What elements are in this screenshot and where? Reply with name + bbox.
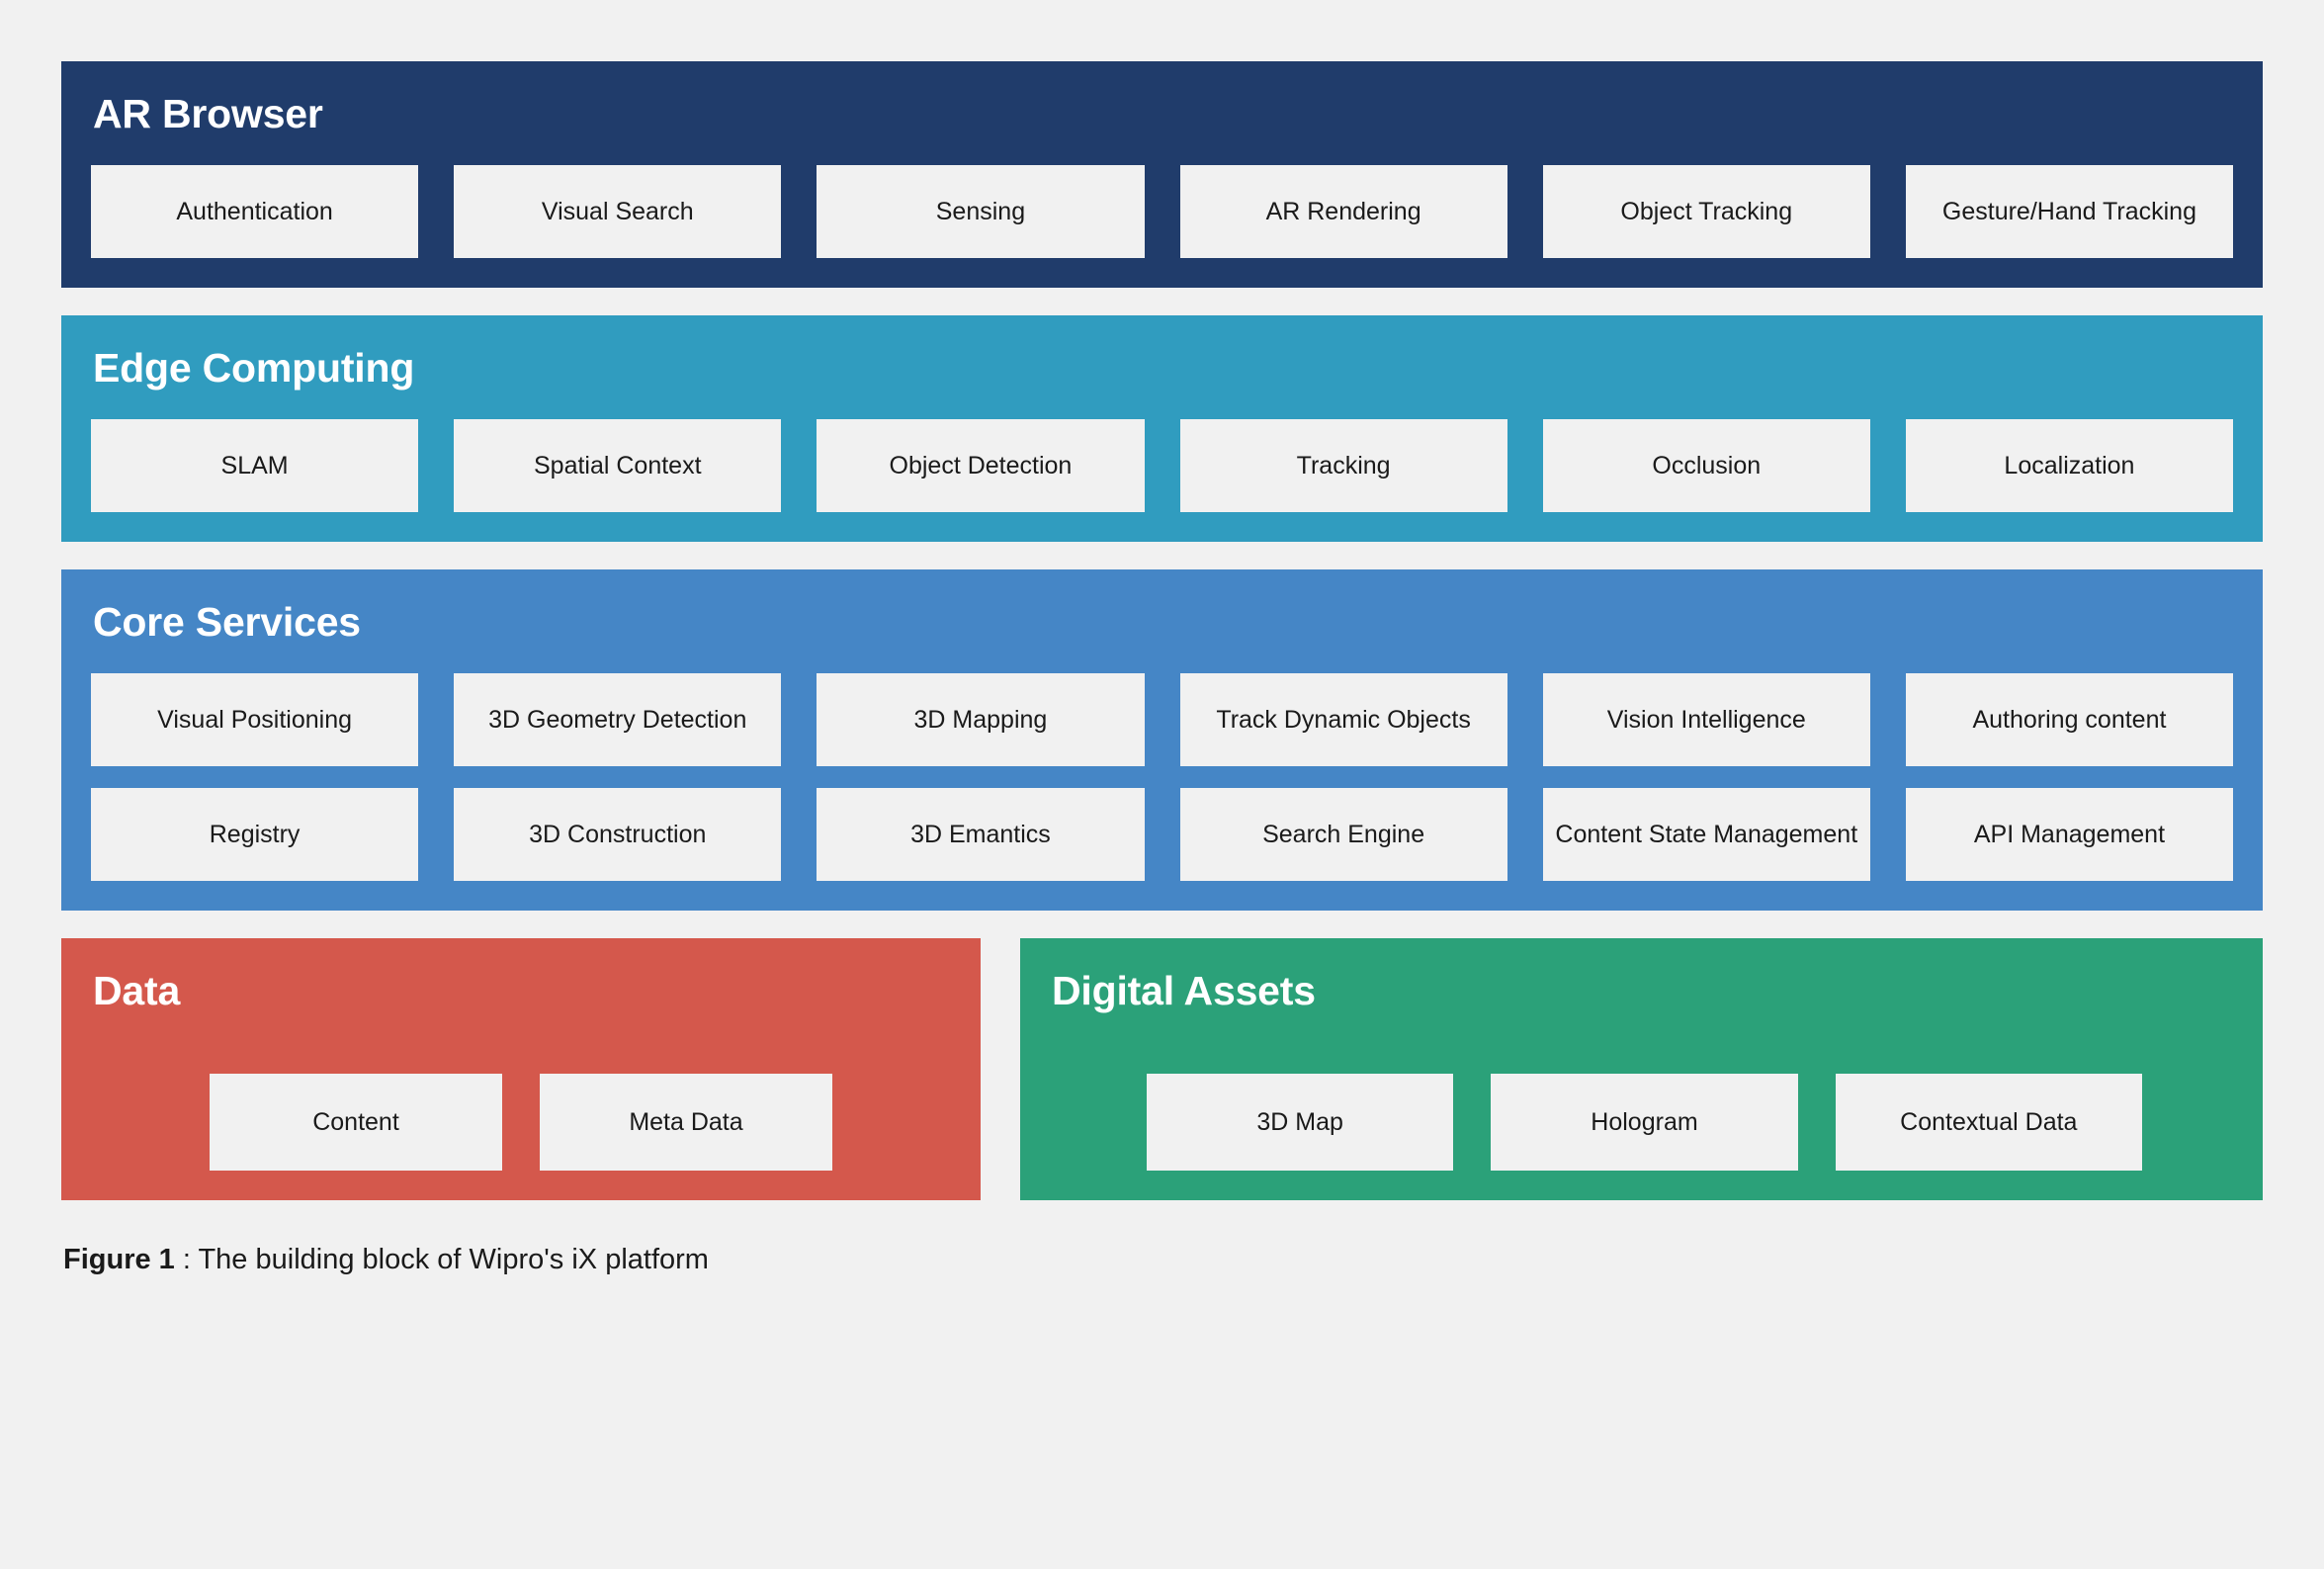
chip-label: Contextual Data [1900,1107,2078,1136]
chip-row-core-services-2: Registry 3D Construction 3D Emantics Sea… [91,788,2234,882]
chip-label: Tracking [1296,451,1391,479]
chip-3d-emantics[interactable]: 3D Emantics [817,788,1145,882]
chip-3d-mapping[interactable]: 3D Mapping [817,673,1145,767]
chip-label: 3D Construction [529,820,707,848]
figure-caption: Figure 1 : The building block of Wipro's… [61,1244,2263,1276]
figure-caption-label: Figure 1 [63,1244,175,1276]
chip-3d-construction[interactable]: 3D Construction [454,788,782,882]
chip-label: Sensing [935,197,1026,225]
chip-label: Track Dynamic Objects [1216,705,1471,734]
layer-edge-computing: Edge Computing SLAM Spatial Context Obje… [61,315,2263,543]
bottom-layer-row: Data Content Meta Data Digital Assets 3D… [61,938,2263,1201]
chip-contextual-data[interactable]: Contextual Data [1835,1074,2142,1172]
chip-label: 3D Geometry Detection [488,705,747,734]
layer-title-edge-computing: Edge Computing [93,345,415,392]
chip-label: Object Tracking [1620,197,1793,225]
chip-label: Occlusion [1652,451,1762,479]
chip-label: Visual Positioning [157,705,353,734]
chip-label: Spatial Context [533,451,702,479]
chip-track-dynamic-objects[interactable]: Track Dynamic Objects [1179,673,1507,767]
platform-building-block-diagram: AR Browser Authentication Visual Search … [0,0,2324,1569]
chip-label: Meta Data [629,1107,743,1136]
figure-caption-text: The building block of Wipro's iX platfor… [198,1244,709,1276]
chip-localization[interactable]: Localization [1905,419,2234,513]
chip-label: SLAM [220,451,289,479]
chip-content-state-management[interactable]: Content State Management [1542,788,1870,882]
layer-title-core-services: Core Services [93,599,361,646]
layer-title-ar-browser: AR Browser [93,91,323,136]
chip-object-tracking[interactable]: Object Tracking [1542,165,1870,259]
chip-meta-data[interactable]: Meta Data [540,1074,832,1172]
chip-sensing[interactable]: Sensing [817,165,1145,259]
chip-row-edge-computing: SLAM Spatial Context Object Detection Tr… [91,419,2234,513]
chip-label: Hologram [1591,1107,1698,1136]
chip-spatial-context[interactable]: Spatial Context [454,419,782,513]
chip-hologram[interactable]: Hologram [1491,1074,1798,1172]
chip-row-ar-browser: Authentication Visual Search Sensing AR … [91,165,2234,259]
chip-slam[interactable]: SLAM [91,419,419,513]
chip-authentication[interactable]: Authentication [91,165,419,259]
chip-occlusion[interactable]: Occlusion [1542,419,1870,513]
chip-api-management[interactable]: API Management [1905,788,2234,882]
chip-object-detection[interactable]: Object Detection [817,419,1145,513]
chip-visual-search[interactable]: Visual Search [454,165,782,259]
chip-label: Visual Search [541,197,694,225]
layer-ar-browser: AR Browser Authentication Visual Search … [61,61,2263,289]
figure-caption-separator: : [174,1244,199,1276]
chip-label: Object Detection [889,451,1073,479]
chip-label: Gesture/Hand Tracking [1941,197,2196,225]
chip-visual-positioning[interactable]: Visual Positioning [91,673,419,767]
chip-label: Content State Management [1555,820,1858,848]
chip-label: 3D Emantics [910,820,1051,848]
chip-search-engine[interactable]: Search Engine [1179,788,1507,882]
chip-label: Localization [2004,451,2135,479]
chip-registry[interactable]: Registry [91,788,419,882]
layer-digital-assets: Digital Assets 3D Map Hologram Contextua… [1020,938,2263,1201]
chip-label: Authoring content [1972,705,2167,734]
chip-label: Authentication [176,197,333,225]
layer-title-data: Data [93,968,181,1014]
chip-label: Search Engine [1262,820,1425,848]
chip-ar-rendering[interactable]: AR Rendering [1179,165,1507,259]
chip-tracking[interactable]: Tracking [1179,419,1507,513]
chip-label: 3D Mapping [913,705,1048,734]
chip-row-core-services-1: Visual Positioning 3D Geometry Detection… [91,673,2234,767]
chip-row-data: Content Meta Data [91,1074,951,1172]
chip-gesture-hand-tracking[interactable]: Gesture/Hand Tracking [1905,165,2234,259]
chip-authoring-content[interactable]: Authoring content [1905,673,2234,767]
chip-3d-map[interactable]: 3D Map [1147,1074,1454,1172]
layer-data: Data Content Meta Data [61,938,981,1201]
chip-label: 3D Map [1256,1107,1343,1136]
chip-content[interactable]: Content [210,1074,502,1172]
chip-row-digital-assets: 3D Map Hologram Contextual Data [1050,1074,2233,1172]
layer-title-digital-assets: Digital Assets [1052,968,1316,1014]
chip-label: AR Rendering [1265,197,1421,225]
chip-vision-intelligence[interactable]: Vision Intelligence [1542,673,1870,767]
chip-label: Registry [209,820,301,848]
chip-label: Vision Intelligence [1606,705,1806,734]
layer-core-services: Core Services Visual Positioning 3D Geom… [61,569,2263,912]
chip-3d-geometry-detection[interactable]: 3D Geometry Detection [454,673,782,767]
chip-label: Content [312,1107,399,1136]
chip-label: API Management [1973,820,2166,848]
